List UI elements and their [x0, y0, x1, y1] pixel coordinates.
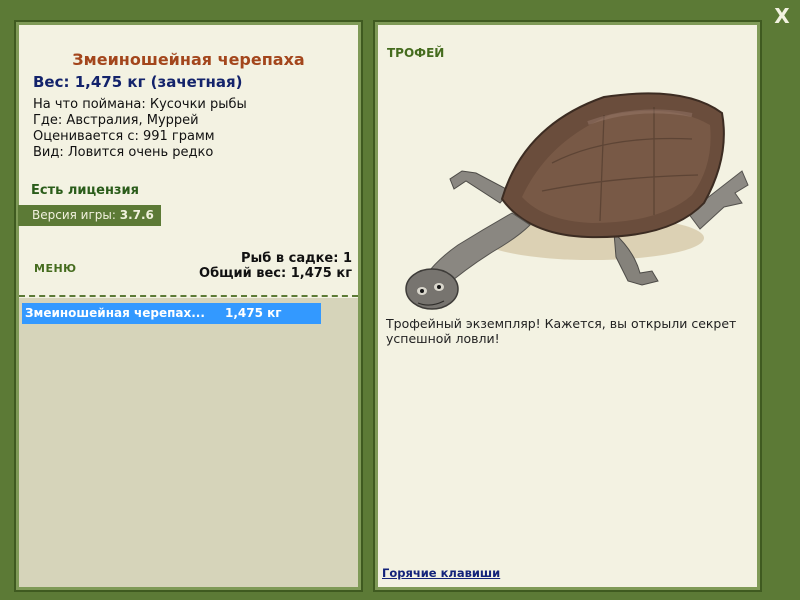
catch-list[interactable]: Змеиношейная черепах... 1,475 кг [19, 298, 358, 587]
trophy-panel: ТРОФЕЙ Трофейный экземпляр! Кажется, вы … [373, 20, 762, 592]
fish-name: Змеиношейная черепаха [72, 50, 305, 69]
version-value: 3.7.6 [119, 208, 154, 222]
keep-net-count: Рыб в садке: 1 [240, 251, 352, 266]
keep-net-summary: Рыб в садке: 1 Общий вес: 1,475 кг [199, 251, 352, 281]
min-weight-info: Оценивается с: 991 грамм [33, 129, 215, 144]
menu-button[interactable]: МЕНЮ [34, 262, 77, 275]
location-info: Где: Австралия, Муррей [33, 113, 199, 128]
license-status: Есть лицензия [31, 183, 139, 198]
catch-weight: 1,475 кг [225, 306, 282, 320]
game-version: Версия игры: 3.7.6 [18, 205, 161, 226]
hotkeys-link[interactable]: Горячие клавиши [382, 566, 500, 580]
fish-weight: Вес: 1,475 кг (зачетная) [33, 73, 243, 91]
close-icon[interactable]: X [770, 4, 794, 28]
fish-info-panel: Змеиношейная черепаха Вес: 1,475 кг (зач… [14, 20, 363, 592]
bait-info: На что поймана: Кусочки рыбы [33, 97, 247, 112]
list-item[interactable]: Змеиношейная черепах... 1,475 кг [22, 303, 321, 324]
keep-net-total-weight: Общий вес: 1,475 кг [199, 266, 352, 281]
catch-name: Змеиношейная черепах... [25, 306, 205, 320]
trophy-message: Трофейный экземпляр! Кажется, вы открыли… [386, 316, 737, 346]
rarity-info: Вид: Ловится очень редко [33, 145, 214, 160]
turtle-image [405, 92, 749, 310]
version-label: Версия игры: [32, 208, 116, 222]
dashed-divider [19, 295, 358, 297]
